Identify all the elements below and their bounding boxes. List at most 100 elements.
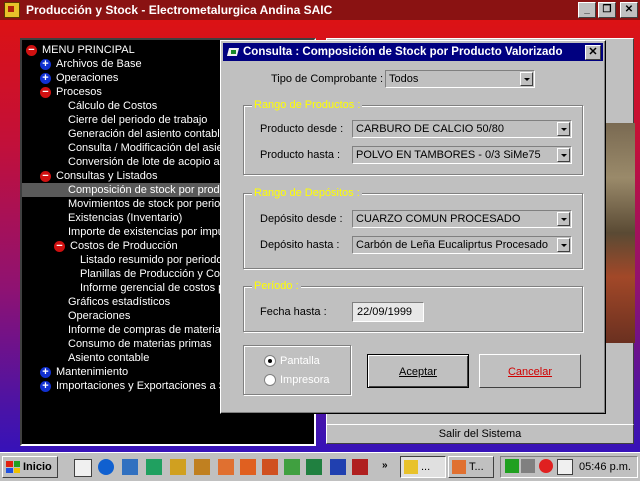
task-button-consulta[interactable]: T... — [448, 456, 494, 478]
app-icon — [452, 460, 466, 474]
app-title: Producción y Stock - Electrometalurgica … — [26, 3, 333, 17]
tree-leaf[interactable]: Operaciones — [68, 309, 130, 323]
app-quick-icon[interactable] — [194, 459, 210, 475]
tree-leaf[interactable]: Generación del asiento contable — [68, 127, 226, 141]
tree-node[interactable]: + Archivos de Base — [40, 57, 142, 71]
tree-leaf[interactable]: Consulta / Modificación del asien — [68, 141, 229, 155]
tipo-label: Tipo de Comprobante : — [271, 73, 384, 85]
browser-icon[interactable] — [98, 459, 114, 475]
productos-group-title: Rango de Productos : — [252, 99, 363, 112]
start-button[interactable]: Inicio — [2, 456, 58, 478]
tree-node[interactable]: + Mantenimiento — [40, 365, 128, 379]
tree-leaf[interactable]: Planillas de Producción y Con — [80, 267, 226, 281]
minimize-button[interactable]: _ — [578, 2, 596, 18]
periodo-group: Período : Fecha hasta : 22/09/1999 — [243, 280, 583, 332]
app-quick-icon[interactable] — [146, 459, 162, 475]
tree-node[interactable]: − Consultas y Listados — [40, 169, 158, 183]
cancel-button[interactable]: Cancelar — [479, 354, 581, 388]
excel-icon[interactable] — [306, 459, 322, 475]
windows-logo-icon — [6, 461, 20, 473]
tree-leaf[interactable]: Informe gerencial de costos p — [80, 281, 224, 295]
company-photo — [605, 123, 635, 343]
tree-leaf[interactable]: Informe de compras de materias — [68, 323, 226, 337]
producto-hasta-combo[interactable]: POLVO EN TAMBORES - 0/3 SiMe75 — [352, 146, 572, 164]
depositos-group: Rango de Depósitos : Depósito desde : CU… — [243, 187, 583, 269]
fecha-hasta-input[interactable]: 22/09/1999 — [352, 302, 424, 322]
periodo-group-title: Período : — [252, 280, 301, 293]
restore-button[interactable]: ❐ — [598, 2, 616, 18]
radio-icon[interactable] — [264, 374, 276, 386]
output-group: Pantalla Impresora — [243, 345, 351, 395]
tree-leaf[interactable]: Gráficos estadísticos — [68, 295, 170, 309]
word-icon[interactable] — [330, 459, 346, 475]
task-button-produccion[interactable]: ... — [400, 456, 446, 478]
chevron-down-icon[interactable] — [557, 148, 570, 162]
query-dialog: Consulta : Composición de Stock por Prod… — [220, 40, 606, 414]
producto-hasta-label: Producto hasta : — [260, 149, 341, 161]
stop-icon[interactable] — [539, 459, 553, 473]
clock[interactable]: 05:46 p.m. — [579, 461, 631, 473]
deposito-desde-label: Depósito desde : — [260, 213, 343, 225]
tipo-combo[interactable]: Todos — [385, 70, 535, 88]
tree-leaf[interactable]: Consumo de materias primas — [68, 337, 212, 351]
desktop-icon[interactable] — [74, 459, 92, 477]
fecha-hasta-label: Fecha hasta : — [260, 306, 327, 318]
fox-icon[interactable] — [262, 459, 278, 475]
tree-node[interactable]: + Operaciones — [40, 71, 118, 85]
collapse-icon[interactable]: − — [40, 170, 51, 182]
tree-leaf[interactable]: Asiento contable — [68, 351, 149, 365]
pantalla-option[interactable]: Pantalla — [264, 355, 320, 367]
overflow-chevron-icon[interactable]: » — [382, 460, 388, 471]
deposito-hasta-combo[interactable]: Carbón de Leña Eucaliprtus Procesado — [352, 236, 572, 254]
app-quick-icon[interactable] — [170, 459, 186, 475]
accept-button[interactable]: Aceptar — [367, 354, 469, 388]
depositos-group-title: Rango de Depósitos : — [252, 187, 362, 200]
network-icon[interactable] — [505, 459, 519, 473]
tree-node[interactable]: + Importaciones y Exportaciones a S — [40, 379, 226, 393]
chevron-down-icon[interactable] — [557, 212, 570, 226]
impresora-option[interactable]: Impresora — [264, 374, 330, 386]
tree-leaf[interactable]: Cierre del periodo de trabajo — [68, 113, 207, 127]
app-icon — [404, 460, 418, 474]
dialog-close-button[interactable]: ✕ — [585, 45, 601, 60]
taskbar: Inicio » ... T... 05:46 p.m. — [0, 452, 640, 481]
deposito-hasta-label: Depósito hasta : — [260, 239, 340, 251]
tree-node[interactable]: − Procesos — [40, 85, 102, 99]
radio-selected-icon[interactable] — [264, 355, 276, 367]
collapse-icon[interactable]: − — [26, 44, 37, 56]
expand-icon[interactable]: + — [40, 366, 51, 378]
exit-system-button[interactable]: Salir del Sistema — [326, 424, 634, 444]
app-quick-icon[interactable] — [352, 459, 368, 475]
tree-leaf[interactable]: Existencias (Inventario) — [68, 211, 182, 225]
dialog-icon — [227, 46, 239, 58]
chevron-down-icon[interactable] — [520, 72, 533, 86]
collapse-icon[interactable]: − — [54, 240, 65, 252]
producto-desde-combo[interactable]: CARBURO DE CALCIO 50/80 — [352, 120, 572, 138]
tree-leaf[interactable]: Cálculo de Costos — [68, 99, 157, 113]
close-app-button[interactable]: ✕ — [620, 2, 638, 18]
collapse-icon[interactable]: − — [40, 86, 51, 98]
chevron-down-icon[interactable] — [557, 238, 570, 252]
deposito-desde-combo[interactable]: CUARZO COMUN PROCESADO — [352, 210, 572, 228]
tree-leaf-selected[interactable]: Composición de stock por produ — [22, 183, 234, 197]
chevron-down-icon[interactable] — [557, 122, 570, 136]
app-title-bar: Producción y Stock - Electrometalurgica … — [0, 0, 640, 20]
tree-leaf[interactable]: Movimientos de stock por period — [68, 197, 226, 211]
tray-icon[interactable] — [557, 459, 573, 475]
tree-leaf[interactable]: Listado resumido por periodo — [80, 253, 222, 267]
expand-icon[interactable]: + — [40, 380, 51, 392]
tree-leaf[interactable]: Conversión de lote de acopio a l — [68, 155, 225, 169]
producto-desde-label: Producto desde : — [260, 123, 344, 135]
tray-icon[interactable] — [521, 459, 535, 473]
app-quick-icon[interactable] — [284, 459, 300, 475]
fox-icon[interactable] — [218, 459, 234, 475]
tree-node[interactable]: − MENU PRINCIPAL — [26, 43, 135, 57]
expand-icon[interactable]: + — [40, 58, 51, 70]
system-tray: 05:46 p.m. — [500, 456, 638, 478]
tree-node[interactable]: − Costos de Producción — [54, 239, 178, 253]
expand-icon[interactable]: + — [40, 72, 51, 84]
tree-leaf[interactable]: Importe de existencias por imput — [68, 225, 227, 239]
fox-icon[interactable] — [240, 459, 256, 475]
outlook-icon[interactable] — [122, 459, 138, 475]
dialog-title-bar: Consulta : Composición de Stock por Prod… — [223, 43, 603, 61]
